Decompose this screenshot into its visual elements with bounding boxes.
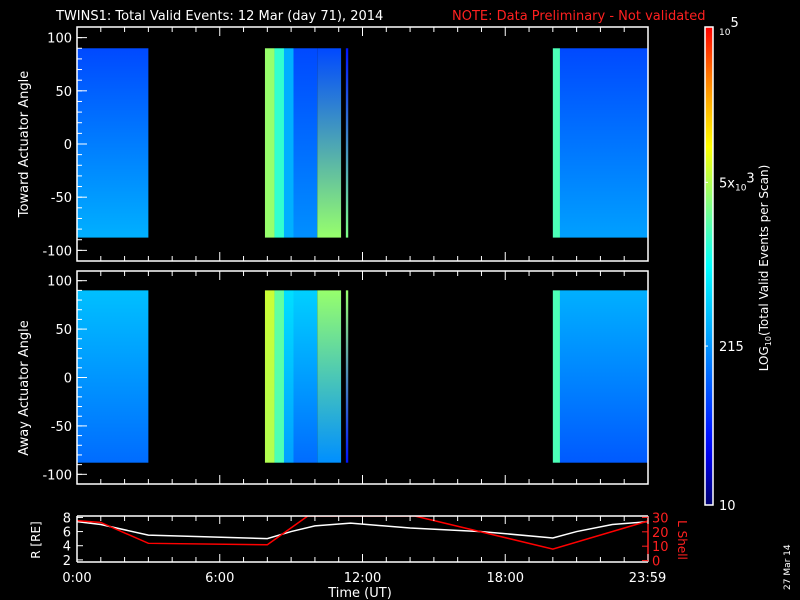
data-segment — [559, 290, 648, 463]
lshell-tick-label: 0 — [652, 555, 660, 570]
data-segment — [77, 48, 149, 238]
y-tick-label: 100 — [47, 275, 72, 290]
data-segment — [264, 290, 275, 463]
x-tick-label: 23:59 — [629, 571, 666, 586]
preliminary-note: NOTE: Data Preliminary - Not validated — [452, 9, 706, 24]
data-segment — [264, 48, 275, 238]
data-segment — [293, 290, 318, 463]
r-tick-label: 8 — [63, 511, 71, 526]
y-tick-label: -50 — [51, 420, 72, 435]
tick-base: 10 — [719, 28, 731, 38]
y-tick-label: 50 — [55, 85, 72, 100]
colorbar-scale — [704, 26, 714, 506]
label-sub: 10 — [764, 336, 773, 346]
y-tick-label: 0 — [64, 138, 72, 153]
colorbar-tick-label: 10 — [719, 499, 736, 514]
tick-exponent: 3 — [746, 171, 754, 186]
data-segment — [345, 290, 349, 463]
r-tick-label: 6 — [63, 526, 71, 541]
y-label-away: Away Actuator Angle — [17, 320, 32, 455]
r-tick-label: 2 — [63, 554, 71, 569]
away-panel: 100 50 0 -50 -100 — [42, 270, 649, 485]
x-tick-label: 18:00 — [487, 571, 524, 586]
data-segment — [552, 290, 560, 463]
data-segment — [293, 48, 318, 238]
twins-chart: TWINS1: Total Valid Events: 12 Mar (day … — [17, 9, 793, 600]
y-label-toward: Toward Actuator Angle — [17, 71, 32, 218]
r-line — [77, 520, 648, 540]
tick-exponent: 5 — [730, 16, 738, 31]
data-segment — [274, 48, 284, 238]
label-rest: (Total Valid Events per Scan) — [757, 165, 771, 336]
data-segment — [283, 48, 294, 238]
colorbar-tick-label: 215 — [719, 340, 744, 355]
toward-panel: 100 50 0 -50 -100 — [42, 26, 649, 262]
x-tick-label: 0:00 — [62, 571, 91, 586]
data-segment — [283, 290, 294, 463]
lshell-tick-label: 20 — [652, 526, 669, 541]
r-tick-label: 4 — [63, 540, 71, 555]
data-segment — [274, 290, 284, 463]
y-tick-label: 50 — [55, 323, 72, 338]
chart-title: TWINS1: Total Valid Events: 12 Mar (day … — [55, 9, 383, 24]
data-segment — [317, 290, 342, 463]
y-tick-label: 0 — [64, 372, 72, 387]
lshell-tick-label: 30 — [652, 511, 669, 526]
x-tick-label: 6:00 — [205, 571, 234, 586]
data-segment — [317, 48, 342, 238]
x-tick-label: 12:00 — [344, 571, 381, 586]
data-segment — [552, 48, 560, 238]
data-segment — [345, 48, 349, 238]
lshell-axis-label: L Shell — [675, 520, 689, 560]
data-segment — [77, 290, 149, 463]
date-stamp: 27 Mar 14 — [783, 544, 793, 590]
x-axis-label: Time (UT) — [327, 586, 392, 600]
y-tick-label: 100 — [47, 32, 72, 47]
colorbar-tick-label: 105 — [719, 16, 739, 38]
colorbar-tick-label: 5x103 — [719, 171, 755, 193]
data-segment — [559, 48, 648, 238]
tick-prefix: 5x — [719, 176, 735, 191]
y-tick-label: -50 — [51, 191, 72, 206]
y-tick-label: -100 — [42, 468, 72, 483]
tick-base: 10 — [735, 183, 747, 193]
y-tick-label: -100 — [42, 244, 72, 259]
r-axis-label: R [RE] — [29, 521, 43, 558]
colorbar: 1055x10321510LOG10(Total Valid Events pe… — [704, 16, 773, 514]
lshell-tick-label: 10 — [652, 540, 669, 555]
colorbar-label: LOG10(Total Valid Events per Scan) — [757, 165, 773, 372]
orbit-panel: 0:00 6:00 12:00 18:00 23:59 2468 0102030 — [62, 511, 668, 586]
label-log: LOG — [757, 346, 771, 371]
